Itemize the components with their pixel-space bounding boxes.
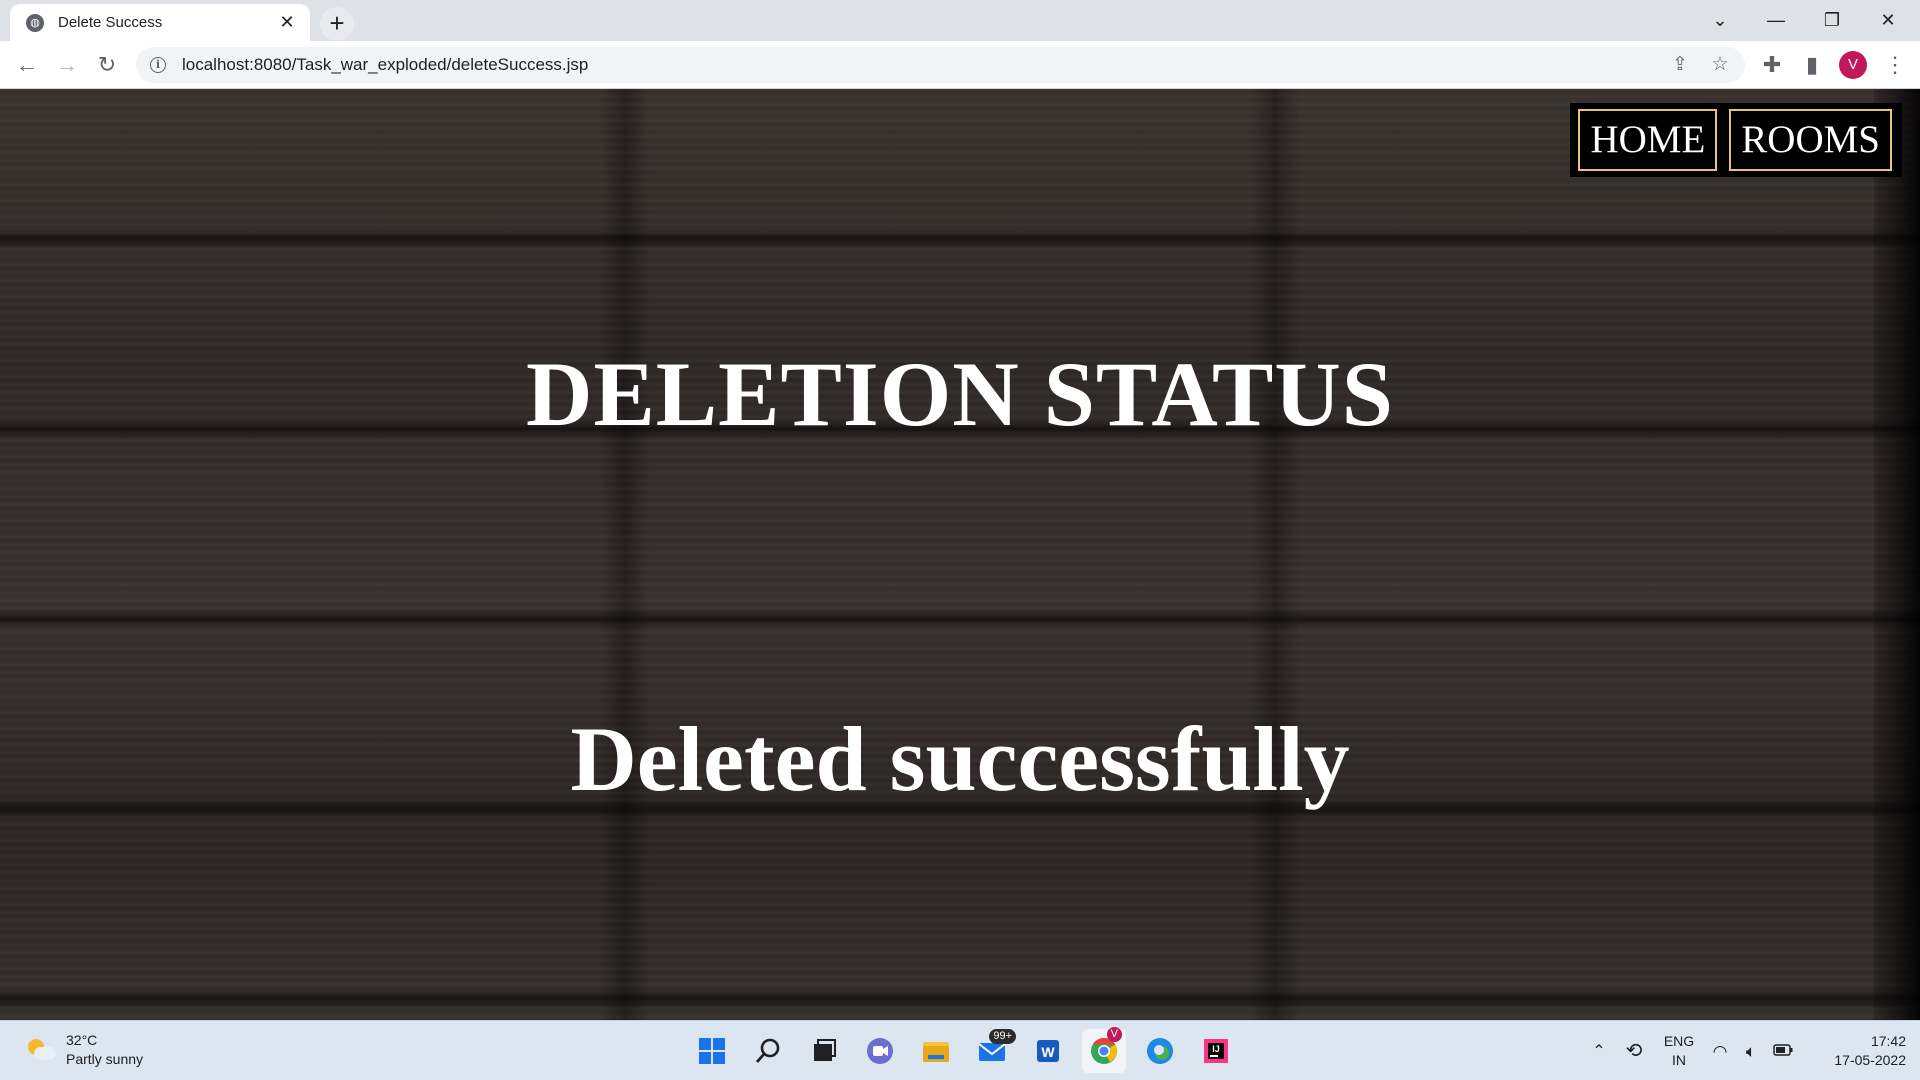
new-tab-button[interactable]: +	[320, 7, 354, 41]
mail-icon[interactable]: 99+	[970, 1029, 1016, 1073]
reload-icon[interactable]: ↻	[91, 49, 123, 81]
info-icon[interactable]: i	[150, 57, 166, 73]
search-icon[interactable]	[746, 1029, 790, 1073]
weather-widget[interactable]: 32°C Partly sunny	[26, 1031, 143, 1069]
url-text[interactable]: localhost:8080/Task_war_exploded/deleteS…	[182, 55, 588, 75]
browser-tab[interactable]: ◍ Delete Success ✕	[10, 4, 310, 41]
status-message: Deleted successfully	[570, 708, 1350, 810]
share-icon[interactable]: ⇪	[1668, 53, 1692, 77]
mail-badge: 99+	[989, 1029, 1016, 1044]
wifi-icon[interactable]: ◠	[1704, 1042, 1736, 1061]
chevron-up-icon[interactable]: ⌃	[1584, 1042, 1614, 1061]
restore-button[interactable]: ❐	[1804, 0, 1860, 41]
clock-time: 17:42	[1870, 1033, 1906, 1049]
extensions-icon[interactable]: ✚	[1756, 49, 1788, 81]
minimize-button[interactable]: —	[1748, 0, 1804, 41]
teams-icon[interactable]	[858, 1029, 902, 1073]
forward-arrow-icon[interactable]: →	[51, 49, 83, 81]
system-tray: ⌃ ⟲ ENG IN ◠ 🔈︎ 17:42 17-05-2022	[1584, 1021, 1920, 1080]
browser-toolbar: ← → ↻ i localhost:8080/Task_war_exploded…	[0, 41, 1920, 89]
svg-text:W: W	[1041, 1044, 1055, 1060]
clock-date: 17-05-2022	[1834, 1052, 1906, 1068]
home-link[interactable]: HOME	[1578, 109, 1718, 171]
page-title: DELETION STATUS	[526, 343, 1394, 445]
chrome-profile-badge: V	[1106, 1027, 1122, 1042]
rooms-link[interactable]: ROOMS	[1729, 109, 1892, 171]
temperature: 32°C	[66, 1032, 98, 1048]
word-icon[interactable]: W	[1026, 1029, 1070, 1073]
svg-text:IJ: IJ	[1212, 1044, 1220, 1054]
language-indicator[interactable]: ENG IN	[1654, 1032, 1704, 1070]
close-icon[interactable]: ✕	[276, 12, 298, 33]
file-explorer-icon[interactable]	[914, 1029, 958, 1073]
tab-strip: ◍ Delete Success ✕ + ⌄ — ❐ ✕	[0, 0, 1920, 41]
intellij-icon[interactable]: IJ	[1194, 1029, 1238, 1073]
tab-title: Delete Success	[58, 14, 163, 31]
language-label: ENG	[1663, 1033, 1695, 1049]
address-bar[interactable]: i localhost:8080/Task_war_exploded/delet…	[136, 47, 1745, 83]
more-icon[interactable]: ⋮	[1879, 49, 1911, 81]
back-arrow-icon[interactable]: ←	[11, 49, 43, 81]
tab-search-icon[interactable]: ⌄	[1692, 0, 1748, 41]
side-panel-icon[interactable]: ▮	[1796, 49, 1828, 81]
windows-start-icon[interactable]	[690, 1029, 734, 1073]
battery-icon[interactable]	[1766, 1042, 1800, 1061]
profile-avatar[interactable]: V	[1839, 51, 1867, 79]
region-label: IN	[1672, 1052, 1686, 1068]
page-content: HOME ROOMS DELETION STATUS Deleted succe…	[0, 89, 1920, 1020]
partly-sunny-icon	[26, 1039, 56, 1061]
top-nav: HOME ROOMS	[1570, 103, 1902, 177]
task-view-icon[interactable]	[802, 1029, 846, 1073]
weather-description: Partly sunny	[66, 1051, 144, 1067]
volume-icon[interactable]: 🔈︎	[1736, 1042, 1766, 1061]
edge-icon[interactable]	[1138, 1029, 1182, 1073]
clock[interactable]: 17:42 17-05-2022	[1810, 1032, 1906, 1070]
star-icon[interactable]: ☆	[1708, 53, 1732, 77]
globe-favicon-icon: ◍	[26, 13, 44, 32]
chrome-icon[interactable]: V	[1082, 1027, 1126, 1073]
sync-icon[interactable]: ⟲	[1614, 1041, 1654, 1061]
window-close-button[interactable]: ✕	[1860, 0, 1916, 41]
taskbar: 32°C Partly sunny 99+ W V IJ ⌃ ⟲ ENG IN …	[0, 1020, 1920, 1080]
